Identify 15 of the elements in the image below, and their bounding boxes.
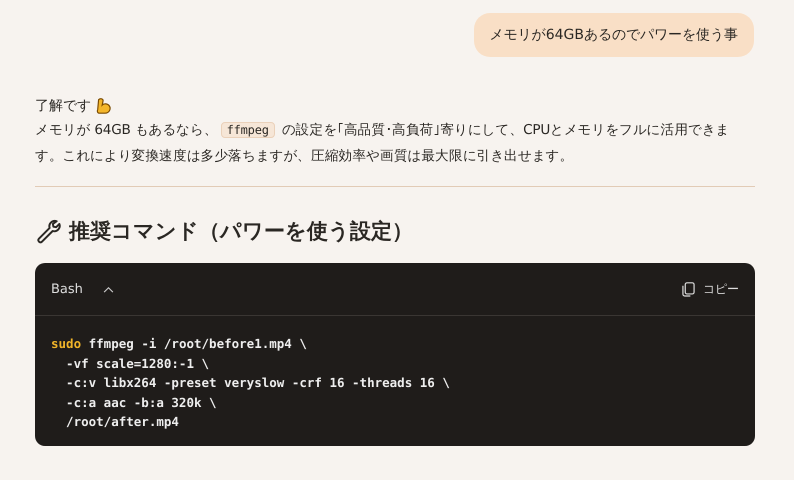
copy-button[interactable]: コピー (682, 280, 739, 298)
user-message: メモリが64GBあるのでパワーを使う事 (474, 13, 754, 57)
code-line: -c:v libx264 -preset veryslow -crf 16 -threads 16 \ (65, 374, 451, 392)
flexed-arm-icon (95, 97, 113, 115)
chevron-icon (102, 286, 114, 292)
wrench-icon (35, 218, 61, 244)
answer-paragraph: メモリが 64GB もあるなら、 ffmpeg の設定を｢高品質･高負荷｣寄りにして、CPUとメモリをフルに活用できます。これにより変換速度は多少落ちますが、圧縮効率や画質は最大限に引き出せます。 (35, 121, 731, 166)
language-label: Bash (51, 282, 83, 296)
code-line: -c:a aac -b:a 320k \ (65, 394, 218, 412)
greeting-text: 了解です (35, 97, 91, 115)
code-line: -vf scale=1280:-1 \ (65, 354, 210, 372)
section-heading: 推奨コマンド（パワーを使う設定） (69, 218, 413, 245)
copy-icon (682, 282, 695, 296)
code-line: sudo ffmpeg -i /root/before1.mp4 \ (51, 335, 308, 353)
code-line: /root/after.mp4 (65, 413, 180, 431)
